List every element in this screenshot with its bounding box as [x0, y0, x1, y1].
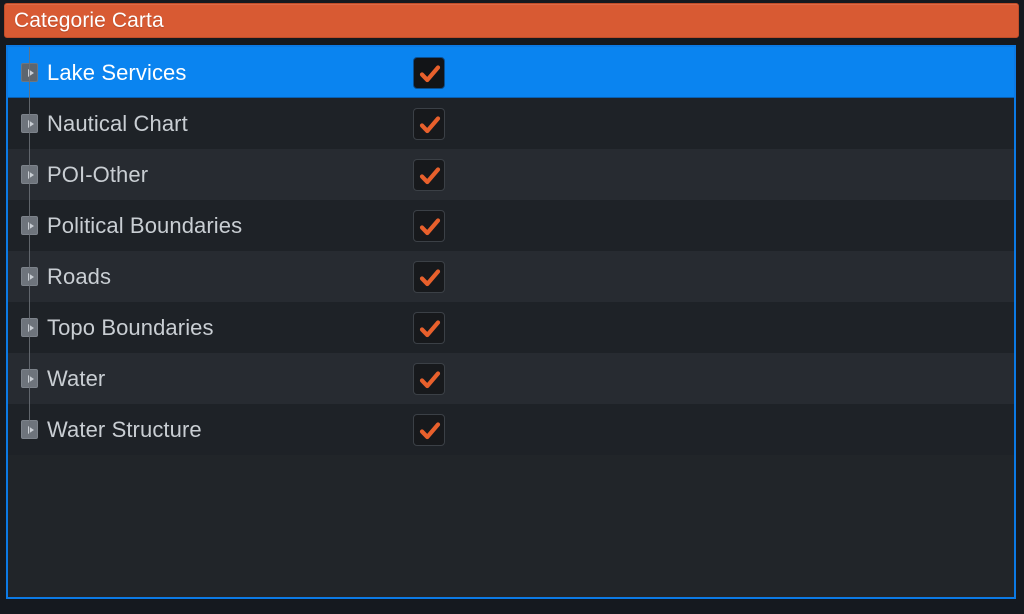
checkmark-icon: [419, 166, 441, 184]
visibility-checkbox[interactable]: [413, 413, 445, 446]
list-item[interactable]: Lake Services: [8, 47, 1014, 98]
category-list-panel: Lake Services Nautical Chart POI-Other Poli…: [6, 45, 1016, 599]
chart-categories-dialog: Categorie Carta Lake Services Nautical Ch…: [0, 0, 1024, 614]
checkmark-icon: [419, 217, 441, 235]
triangle-right-icon[interactable]: [21, 63, 38, 82]
list-item[interactable]: Roads: [8, 251, 1014, 302]
list-item-label: Roads: [47, 263, 112, 289]
visibility-checkbox[interactable]: [413, 107, 445, 140]
triangle-glyph: [27, 323, 34, 332]
triangle-right-icon[interactable]: [21, 216, 38, 235]
list-item-checkbox-cell[interactable]: [413, 311, 445, 344]
checkmark-icon: [419, 370, 441, 388]
visibility-checkbox[interactable]: [413, 362, 445, 395]
checkmark-icon: [419, 64, 441, 82]
visibility-checkbox[interactable]: [413, 209, 445, 242]
list-item-checkbox-cell[interactable]: [413, 413, 445, 446]
list-item-label: Nautical Chart: [47, 110, 188, 136]
list-item-label: Topo Boundaries: [47, 314, 214, 340]
list-item-label: Water Structure: [47, 416, 202, 442]
dialog-header: Categorie Carta: [4, 3, 1019, 38]
triangle-glyph: [27, 374, 34, 383]
list-empty-area: [8, 455, 1014, 597]
triangle-glyph: [27, 170, 34, 179]
checkmark-icon: [419, 421, 441, 439]
triangle-glyph: [27, 272, 34, 281]
checkmark-icon: [419, 319, 441, 337]
list-item-checkbox-cell[interactable]: [413, 158, 445, 191]
triangle-right-icon[interactable]: [21, 267, 38, 286]
triangle-glyph: [27, 425, 34, 434]
checkmark-icon: [419, 115, 441, 133]
list-item-label: Political Boundaries: [47, 212, 243, 238]
triangle-glyph: [27, 221, 34, 230]
list-item-label: POI-Other: [47, 161, 149, 187]
triangle-right-icon[interactable]: [21, 165, 38, 184]
visibility-checkbox[interactable]: [413, 56, 445, 89]
category-list: Lake Services Nautical Chart POI-Other Poli…: [8, 47, 1014, 597]
visibility-checkbox[interactable]: [413, 158, 445, 191]
list-item-checkbox-cell[interactable]: [413, 56, 445, 89]
triangle-right-icon[interactable]: [21, 318, 38, 337]
triangle-right-icon[interactable]: [21, 369, 38, 388]
list-item[interactable]: POI-Other: [8, 149, 1014, 200]
list-item-label: Water: [47, 365, 106, 391]
list-item-checkbox-cell[interactable]: [413, 209, 445, 242]
triangle-right-icon[interactable]: [21, 420, 38, 439]
page-title: Categorie Carta: [14, 9, 164, 32]
visibility-checkbox[interactable]: [413, 260, 445, 293]
list-item-checkbox-cell[interactable]: [413, 107, 445, 140]
list-item-label: Lake Services: [47, 59, 187, 85]
list-item[interactable]: Water: [8, 353, 1014, 404]
list-item[interactable]: Political Boundaries: [8, 200, 1014, 251]
triangle-glyph: [27, 119, 34, 128]
checkmark-icon: [419, 268, 441, 286]
list-item[interactable]: Water Structure: [8, 404, 1014, 455]
triangle-glyph: [27, 68, 34, 77]
visibility-checkbox[interactable]: [413, 311, 445, 344]
list-item-checkbox-cell[interactable]: [413, 260, 445, 293]
list-item[interactable]: Topo Boundaries: [8, 302, 1014, 353]
list-item[interactable]: Nautical Chart: [8, 98, 1014, 149]
triangle-right-icon[interactable]: [21, 114, 38, 133]
list-item-checkbox-cell[interactable]: [413, 362, 445, 395]
